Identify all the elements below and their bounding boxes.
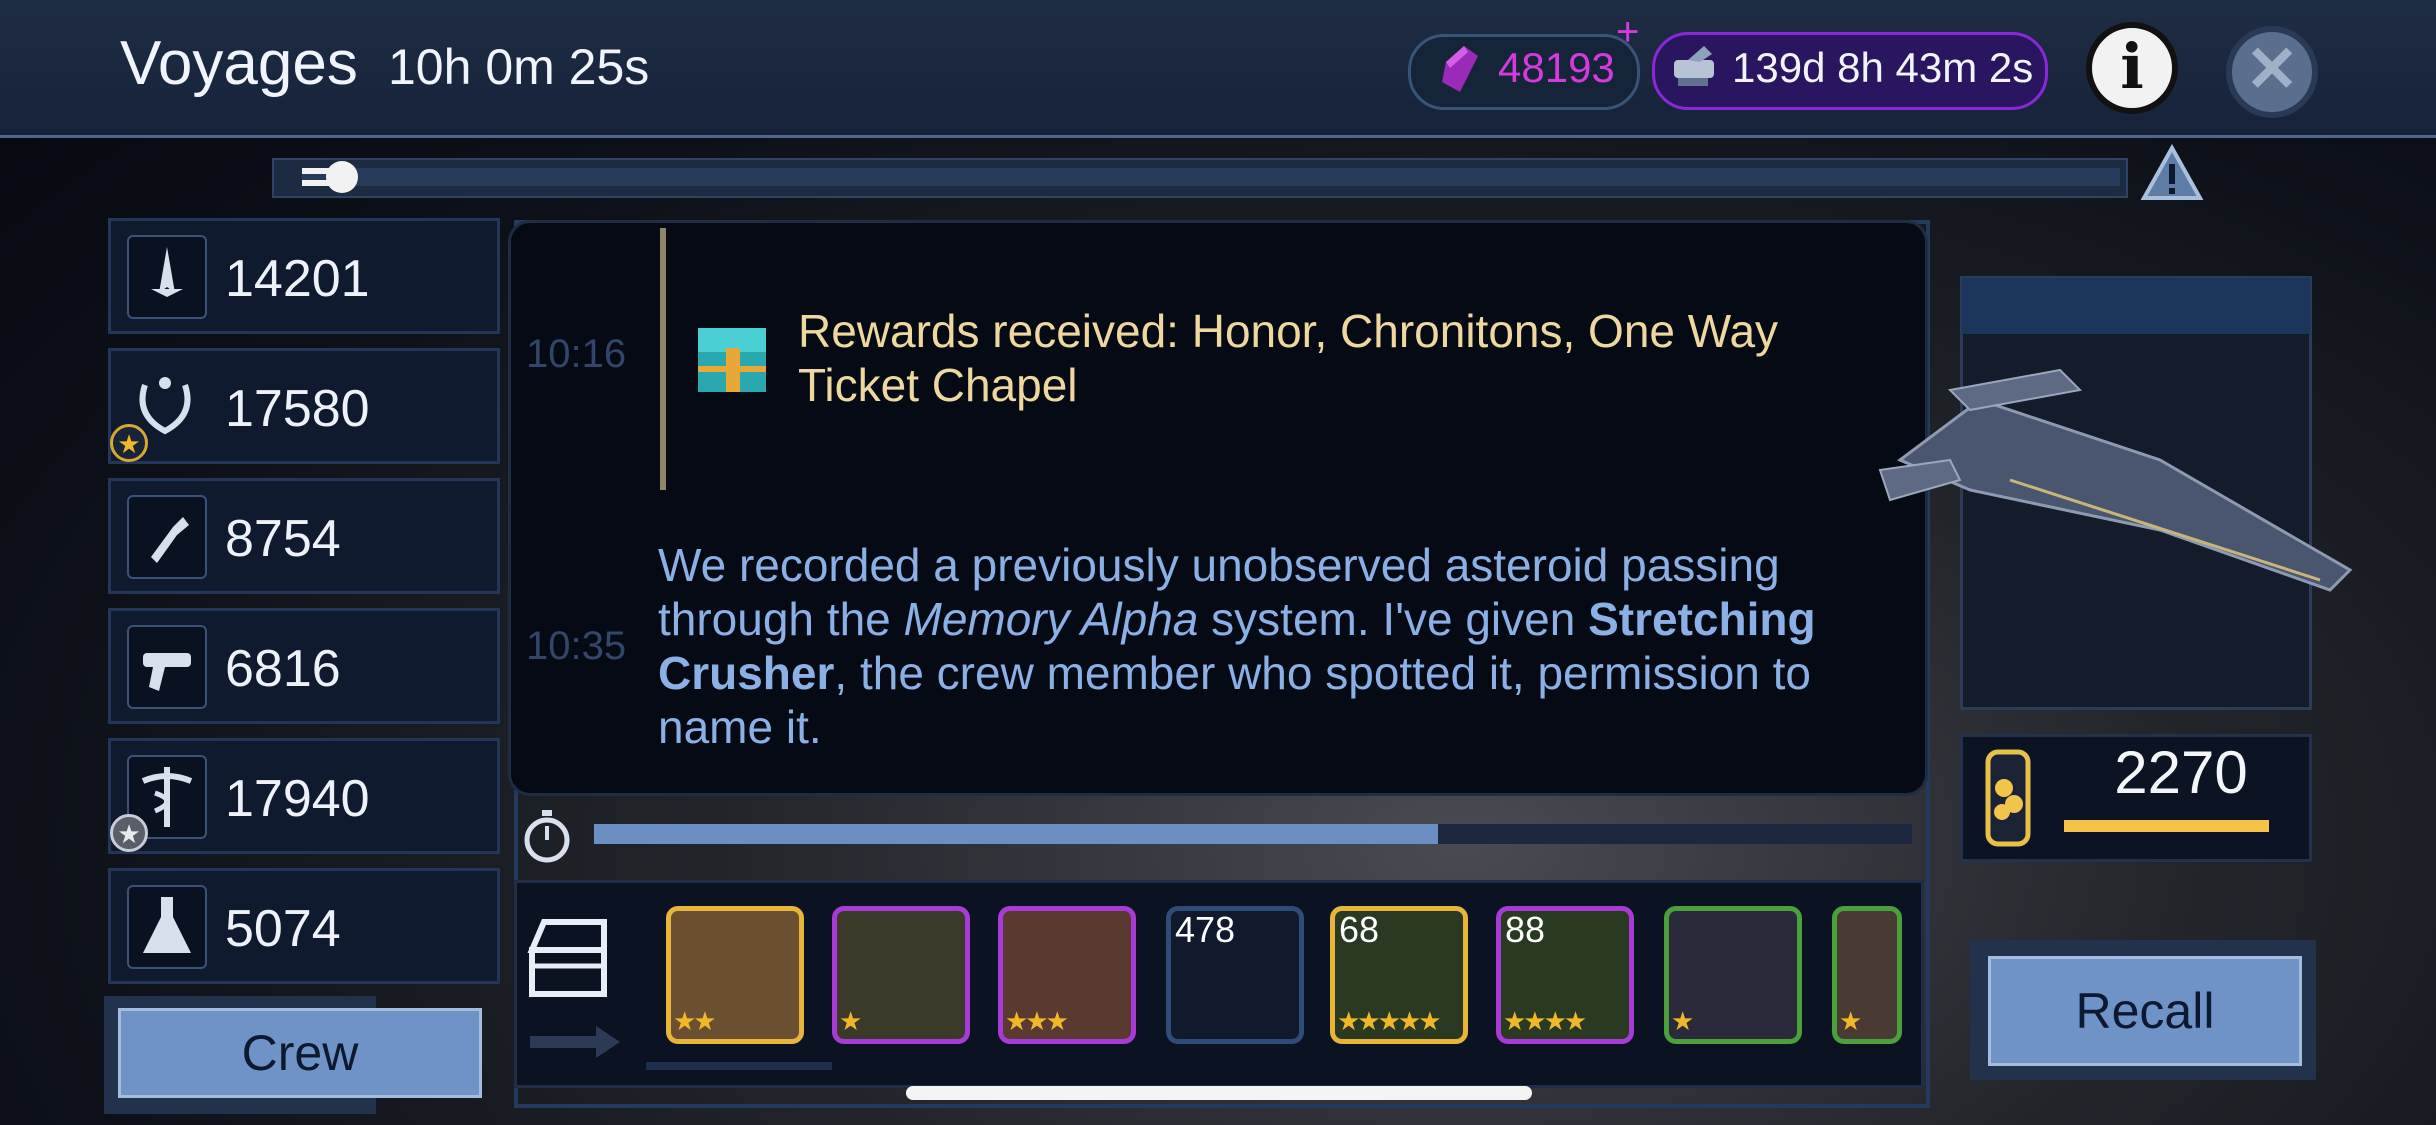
rarity-stars: ★★★★★ (1337, 1006, 1442, 1036)
silver-star-badge-icon: ★ (110, 814, 148, 852)
voyage-track-bar (302, 168, 2120, 186)
reward-log-text: Rewards received: Honor, Chronitons, One… (798, 305, 1779, 411)
event-text-italic: Memory Alpha (903, 593, 1199, 645)
log-timestamp: 10:35 (526, 624, 627, 668)
rarity-stars: ★ (1839, 1006, 1862, 1036)
log-timestamp: 10:16 (526, 332, 627, 376)
rarity-stars: ★★★ (1005, 1006, 1069, 1036)
skill-command[interactable]: 14201 (108, 218, 500, 334)
reward-count: 88 (1505, 909, 1546, 950)
event-text-part: system. I've given (1198, 593, 1589, 645)
schematic-purple[interactable]: 88 ★★★★ (1496, 906, 1634, 1044)
event-timer-value: 139d 8h 43m 2s (1732, 44, 2034, 91)
rarity-stars: ★★ (673, 1006, 717, 1036)
info-icon: i (2120, 30, 2144, 103)
hazard-warning-icon[interactable] (2140, 142, 2204, 204)
command-icon (127, 235, 207, 319)
dilithium-icon (1442, 46, 1478, 92)
recall-button[interactable]: Recall (1988, 956, 2302, 1066)
skill-value: 14201 (225, 250, 370, 308)
ship-marker-icon (302, 161, 358, 193)
gold-star-badge-icon: ★ (110, 424, 148, 462)
crew-blonde[interactable]: ★★ (666, 906, 804, 1044)
voyage-progress-fill (594, 824, 1438, 844)
rarity-stars: ★ (839, 1006, 862, 1036)
security-icon (127, 625, 207, 709)
info-button[interactable]: i (2086, 22, 2178, 114)
crew-partial[interactable]: ★ (1832, 906, 1902, 1044)
crew-romulan[interactable]: ★ (1664, 906, 1802, 1044)
skill-science[interactable]: 5074 (108, 868, 500, 984)
rarity-stars: ★★★★ (1503, 1006, 1587, 1036)
engineering-icon (127, 495, 207, 579)
reward-count: 68 (1339, 909, 1380, 950)
skill-value: 6816 (225, 640, 341, 698)
rewards-chest-icon[interactable] (526, 914, 610, 1004)
science-icon (127, 885, 207, 969)
ship-card-header (1962, 278, 2310, 334)
skill-value: 17940 (225, 770, 370, 828)
crew-redhair[interactable]: ★ (832, 906, 970, 1044)
crew-button[interactable]: Crew (118, 1008, 482, 1098)
dilithium-value: 48193 (1498, 44, 1615, 91)
stopwatch-icon (524, 810, 570, 863)
reward-count: 478 (1175, 909, 1236, 950)
rewards-scrollbar[interactable] (646, 1062, 832, 1070)
log-divider (660, 228, 666, 490)
skill-security[interactable]: 6816 (108, 608, 500, 724)
antimatter-icon (1985, 749, 2031, 847)
event-log-text: We recorded a previously unobserved aste… (658, 538, 1908, 754)
starship-image (1878, 368, 2353, 592)
voyage-timer: 10h 0m 25s (388, 39, 650, 95)
shuttle-icon (1674, 46, 1714, 86)
arrow-right-icon (530, 1026, 620, 1058)
reward-chest-icon (698, 328, 766, 392)
antimatter-value: 2270 (2114, 739, 2248, 806)
plus-icon[interactable]: + (1616, 10, 1639, 55)
honor-icon[interactable]: 478 (1166, 906, 1304, 1044)
skill-value: 8754 (225, 510, 341, 568)
skill-value: 17580 (225, 380, 370, 438)
schematic-gold[interactable]: 68 ★★★★★ (1330, 906, 1468, 1044)
crew-curly[interactable]: ★★★ (998, 906, 1136, 1044)
skill-diplomacy[interactable]: 17580 (108, 348, 500, 464)
close-icon: ✕ (2245, 33, 2299, 105)
skill-medicine[interactable]: 17940 (108, 738, 500, 854)
skill-engineering[interactable]: 8754 (108, 478, 500, 594)
home-indicator[interactable] (906, 1086, 1532, 1100)
close-button[interactable]: ✕ (2226, 26, 2318, 118)
rarity-stars: ★ (1671, 1006, 1694, 1036)
antimatter-bar (2064, 820, 2270, 832)
skill-value: 5074 (225, 900, 341, 958)
top-bar (0, 0, 2436, 138)
page-title: Voyages (120, 29, 358, 98)
